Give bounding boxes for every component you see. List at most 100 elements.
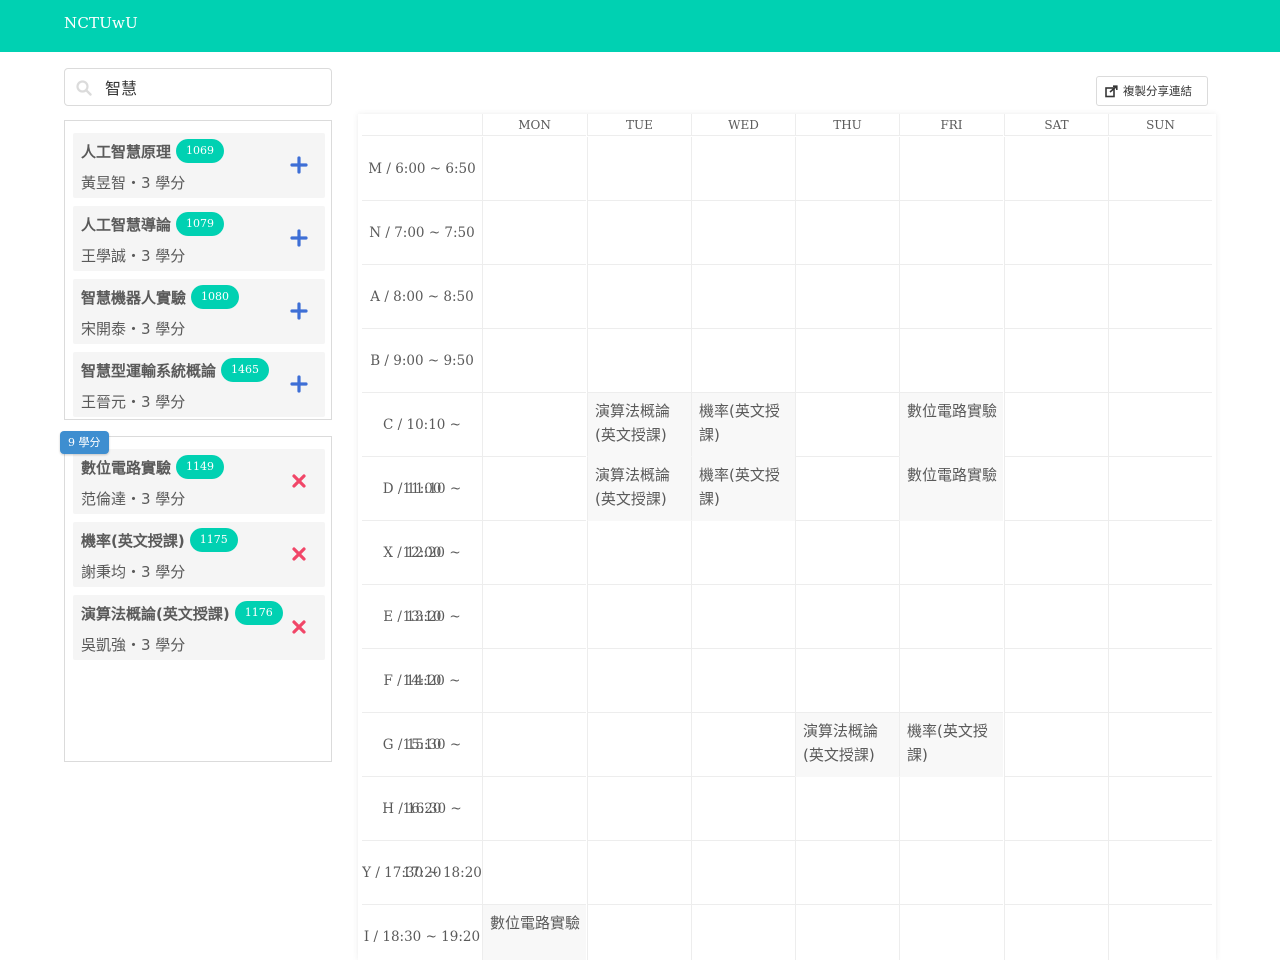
timetable-course-block[interactable]: 數位電路實驗	[899, 393, 1003, 457]
timetable-cell[interactable]	[587, 841, 691, 905]
timetable-course-block[interactable]: 數位電路實驗	[899, 457, 1003, 521]
timetable-cell[interactable]	[1004, 649, 1108, 713]
timetable-cell[interactable]	[899, 201, 1003, 265]
timetable-cell[interactable]	[899, 265, 1003, 329]
timetable-cell[interactable]	[1108, 841, 1212, 905]
timetable-cell[interactable]	[795, 329, 899, 393]
timetable-cell[interactable]	[587, 777, 691, 841]
timetable-cell[interactable]	[795, 777, 899, 841]
timetable-cell[interactable]	[1108, 393, 1212, 457]
add-course-plus-icon[interactable]	[289, 228, 309, 248]
timetable-cell[interactable]	[795, 201, 899, 265]
timetable-cell[interactable]	[587, 521, 691, 585]
remove-course-x-icon[interactable]	[289, 471, 309, 491]
timetable-cell[interactable]	[899, 905, 1003, 960]
timetable-cell[interactable]	[482, 329, 586, 393]
timetable-cell[interactable]	[1004, 905, 1108, 960]
timetable-cell[interactable]	[1108, 137, 1212, 201]
timetable-cell[interactable]	[899, 521, 1003, 585]
timetable-cell[interactable]	[1108, 649, 1212, 713]
timetable-cell[interactable]	[691, 329, 795, 393]
timetable-cell[interactable]	[1004, 329, 1108, 393]
timetable-cell[interactable]	[899, 137, 1003, 201]
timetable-cell[interactable]	[587, 137, 691, 201]
timetable-cell[interactable]	[482, 649, 586, 713]
timetable-cell[interactable]	[691, 713, 795, 777]
timetable-cell[interactable]	[482, 457, 586, 521]
timetable-course-block[interactable]: 機率(英文授課)	[691, 457, 795, 521]
timetable-cell[interactable]	[795, 841, 899, 905]
timetable-cell[interactable]	[482, 265, 586, 329]
timetable-cell[interactable]	[1004, 585, 1108, 649]
remove-course-x-icon[interactable]	[289, 617, 309, 637]
timetable-cell[interactable]	[587, 905, 691, 960]
timetable-cell[interactable]	[691, 137, 795, 201]
timetable-course-block[interactable]: 演算法概論(英文授課)	[587, 457, 691, 521]
timetable-cell[interactable]	[1004, 457, 1108, 521]
add-course-plus-icon[interactable]	[289, 301, 309, 321]
timetable-cell[interactable]	[795, 457, 899, 521]
timetable-cell[interactable]	[795, 649, 899, 713]
timetable-cell[interactable]	[795, 265, 899, 329]
timetable-cell[interactable]	[1004, 201, 1108, 265]
timetable-cell[interactable]	[587, 201, 691, 265]
timetable-cell[interactable]	[1004, 521, 1108, 585]
timetable-cell[interactable]	[1004, 841, 1108, 905]
timetable-cell[interactable]	[1108, 329, 1212, 393]
timetable-cell[interactable]	[691, 777, 795, 841]
timetable-cell[interactable]	[795, 393, 899, 457]
timetable-cell[interactable]	[899, 777, 1003, 841]
timetable-cell[interactable]	[1108, 201, 1212, 265]
timetable-course-block[interactable]: 機率(英文授課)	[899, 713, 1003, 777]
add-course-plus-icon[interactable]	[289, 374, 309, 394]
timetable-course-block[interactable]: 演算法概論(英文授課)	[587, 393, 691, 457]
search-input[interactable]	[105, 75, 325, 99]
timetable-cell[interactable]	[795, 137, 899, 201]
timetable-cell[interactable]	[1108, 777, 1212, 841]
timetable-cell[interactable]	[482, 201, 586, 265]
timetable-course-block[interactable]: 演算法概論(英文授課)	[795, 713, 899, 777]
timetable-cell[interactable]	[587, 713, 691, 777]
timetable-cell[interactable]	[1108, 457, 1212, 521]
timetable-cell[interactable]	[691, 585, 795, 649]
timetable-cell[interactable]	[482, 393, 586, 457]
remove-course-x-icon[interactable]	[289, 544, 309, 564]
timetable-cell[interactable]	[795, 521, 899, 585]
timetable-cell[interactable]	[899, 649, 1003, 713]
timetable-cell[interactable]	[1108, 521, 1212, 585]
timetable-cell[interactable]	[587, 265, 691, 329]
timetable-cell[interactable]	[691, 201, 795, 265]
timetable-cell[interactable]	[587, 585, 691, 649]
timetable-cell[interactable]	[899, 585, 1003, 649]
timetable-cell[interactable]	[587, 329, 691, 393]
timetable-cell[interactable]	[1108, 265, 1212, 329]
timetable-cell[interactable]	[795, 905, 899, 960]
timetable-cell[interactable]	[691, 905, 795, 960]
brand-logo[interactable]: NCTUwU	[64, 14, 138, 32]
copy-share-link-button[interactable]: 複製分享連結	[1096, 76, 1208, 106]
timetable-cell[interactable]	[899, 329, 1003, 393]
timetable-cell[interactable]	[482, 585, 586, 649]
timetable-cell[interactable]	[691, 841, 795, 905]
timetable-cell[interactable]	[1004, 393, 1108, 457]
timetable-cell[interactable]	[482, 521, 586, 585]
timetable-cell[interactable]	[691, 521, 795, 585]
timetable-cell[interactable]	[587, 649, 691, 713]
timetable-cell[interactable]	[691, 265, 795, 329]
timetable-cell[interactable]	[1004, 713, 1108, 777]
timetable-cell[interactable]	[1004, 265, 1108, 329]
timetable-cell[interactable]	[795, 585, 899, 649]
timetable-cell[interactable]	[1108, 905, 1212, 960]
timetable-cell[interactable]	[691, 649, 795, 713]
timetable-cell[interactable]	[1004, 777, 1108, 841]
timetable-cell[interactable]	[1108, 585, 1212, 649]
timetable-course-block[interactable]: 數位電路實驗	[482, 905, 586, 960]
timetable-cell[interactable]	[1108, 713, 1212, 777]
timetable-course-block[interactable]: 機率(英文授課)	[691, 393, 795, 457]
timetable-cell[interactable]	[899, 841, 1003, 905]
add-course-plus-icon[interactable]	[289, 155, 309, 175]
timetable-cell[interactable]	[482, 713, 586, 777]
timetable-cell[interactable]	[1004, 137, 1108, 201]
timetable-cell[interactable]	[482, 841, 586, 905]
timetable-cell[interactable]	[482, 777, 586, 841]
